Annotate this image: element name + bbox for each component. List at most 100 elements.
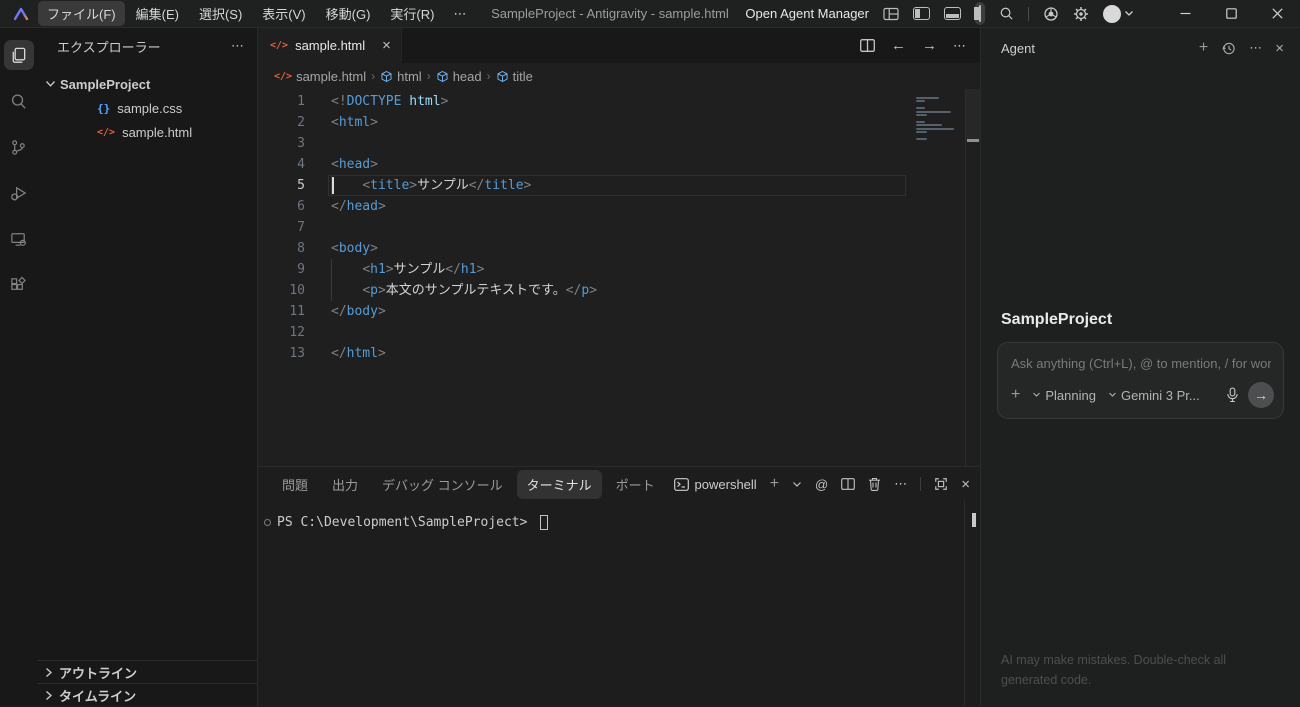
sidebar-header: エクスプローラー ⋯ xyxy=(37,28,257,64)
tab-ports[interactable]: ポート xyxy=(606,470,665,499)
code-line[interactable]: 11</body> xyxy=(258,301,980,322)
tab-debug-console[interactable]: デバッグ コンソール xyxy=(372,470,513,499)
agent-input[interactable] xyxy=(998,343,1283,371)
agent-input-card[interactable]: + Planning Gemini 3 Pr... → xyxy=(997,342,1284,419)
menu-file[interactable]: ファイル(F) xyxy=(38,1,125,26)
extensions-icon[interactable] xyxy=(4,270,34,300)
line-number: 7 xyxy=(258,217,305,238)
command-decoration-icon[interactable] xyxy=(264,519,271,526)
scrollbar-thumb[interactable] xyxy=(966,89,980,141)
menu-edit[interactable]: 編集(E) xyxy=(127,1,188,26)
send-button[interactable]: → xyxy=(1248,382,1274,408)
search-icon[interactable] xyxy=(999,6,1014,21)
search-sidebar-icon[interactable] xyxy=(4,86,34,116)
activity-bar xyxy=(0,28,37,706)
explorer-icon[interactable] xyxy=(4,40,34,70)
attach-icon[interactable]: + xyxy=(1011,386,1020,404)
new-conversation-icon[interactable]: + xyxy=(1199,39,1208,57)
navigate-back-icon[interactable]: ← xyxy=(891,37,906,54)
at-mention-icon[interactable]: @ xyxy=(815,477,828,492)
breadcrumb-html[interactable]: html xyxy=(380,69,422,84)
tree-root-folder[interactable]: SampleProject xyxy=(37,72,257,96)
mode-dropdown[interactable]: Planning xyxy=(1032,388,1096,403)
code-lines: 1<!DOCTYPE html>2<html>34<head>5 <title>… xyxy=(258,91,980,364)
source-control-icon[interactable] xyxy=(4,132,34,162)
settings-gear-icon[interactable] xyxy=(1073,6,1089,22)
terminal-dropdown-icon[interactable] xyxy=(792,481,802,488)
agent-title: Agent xyxy=(1001,41,1035,56)
terminal[interactable]: PS C:\Development\SampleProject> xyxy=(258,501,980,706)
line-number: 2 xyxy=(258,112,305,133)
maximize-button[interactable] xyxy=(1208,0,1254,27)
open-agent-manager-button[interactable]: Open Agent Manager xyxy=(745,6,869,21)
toggle-panel-icon[interactable] xyxy=(944,7,961,20)
breadcrumb-file[interactable]: </> sample.html xyxy=(274,69,366,84)
shell-label: powershell xyxy=(695,477,757,492)
browser-icon[interactable] xyxy=(1043,6,1059,22)
menu-more-icon[interactable]: ⋯ xyxy=(445,3,474,25)
tree-item-sample-css[interactable]: {} sample.css xyxy=(37,96,257,120)
agent-more-icon[interactable]: ⋯ xyxy=(1249,40,1262,56)
code-line[interactable]: 3 xyxy=(258,133,980,154)
close-tab-icon[interactable]: × xyxy=(382,37,391,54)
code-line[interactable]: 1<!DOCTYPE html> xyxy=(258,91,980,112)
tab-output[interactable]: 出力 xyxy=(322,470,368,499)
account-menu[interactable] xyxy=(1103,5,1134,23)
minimap[interactable] xyxy=(916,97,960,141)
model-dropdown[interactable]: Gemini 3 Pr... xyxy=(1108,388,1200,403)
menu-view[interactable]: 表示(V) xyxy=(253,1,314,26)
panel-more-icon[interactable]: ⋯ xyxy=(894,476,907,492)
breadcrumb-title[interactable]: title xyxy=(496,69,533,84)
terminal-shell-item[interactable]: powershell xyxy=(674,477,757,492)
agent-body: SampleProject + Planning Gemini 3 Pr... xyxy=(981,68,1300,651)
code-line[interactable]: 2<html> xyxy=(258,112,980,133)
code-line[interactable]: 4<head> xyxy=(258,154,980,175)
timeline-section[interactable]: タイムライン xyxy=(37,683,257,706)
tree-item-sample-html[interactable]: </> sample.html xyxy=(37,120,257,144)
minimize-button[interactable] xyxy=(1162,0,1208,27)
history-icon[interactable] xyxy=(1221,41,1236,56)
close-window-button[interactable] xyxy=(1254,0,1300,27)
code-line[interactable]: 12 xyxy=(258,322,980,343)
run-debug-icon[interactable] xyxy=(4,178,34,208)
tab-sample-html[interactable]: </> sample.html × xyxy=(258,28,402,63)
editor-scrollbar[interactable] xyxy=(965,89,980,466)
kill-terminal-icon[interactable] xyxy=(868,477,881,491)
menu-go[interactable]: 移動(G) xyxy=(317,1,380,26)
navigate-forward-icon[interactable]: → xyxy=(922,37,937,54)
code-line[interactable]: 9 <h1>サンプル</h1> xyxy=(258,259,980,280)
menu-selection[interactable]: 選択(S) xyxy=(190,1,251,26)
model-label: Gemini 3 Pr... xyxy=(1121,388,1200,403)
new-terminal-icon[interactable]: + xyxy=(770,475,779,493)
symbol-cube-icon xyxy=(496,70,509,83)
code-line[interactable]: 7 xyxy=(258,217,980,238)
outline-section[interactable]: アウトライン xyxy=(37,660,257,683)
toggle-secondary-sidebar-icon[interactable] xyxy=(975,2,985,25)
code-line[interactable]: 6</head> xyxy=(258,196,980,217)
sidebar-more-icon[interactable]: ⋯ xyxy=(231,38,245,54)
close-panel-icon[interactable]: × xyxy=(961,476,970,493)
toggle-primary-sidebar-icon[interactable] xyxy=(913,7,930,20)
code-line[interactable]: 10 <p>本文のサンプルテキストです。</p> xyxy=(258,280,980,301)
code-line[interactable]: 5 <title>サンプル</title> xyxy=(258,175,980,196)
code-line[interactable]: 13</html> xyxy=(258,343,980,364)
tab-problems[interactable]: 問題 xyxy=(272,470,318,499)
maximize-panel-icon[interactable] xyxy=(934,477,948,491)
agent-disclaimer: AI may make mistakes. Double-check all g… xyxy=(981,651,1300,706)
html-file-icon: </> xyxy=(274,71,292,82)
code-line[interactable]: 8<body> xyxy=(258,238,980,259)
code-editor[interactable]: 1<!DOCTYPE html>2<html>34<head>5 <title>… xyxy=(258,89,980,466)
tab-terminal[interactable]: ターミナル xyxy=(517,470,602,499)
customize-layout-icon[interactable] xyxy=(883,7,899,21)
window-title: SampleProject - Antigravity - sample.htm… xyxy=(474,6,745,21)
split-terminal-icon[interactable] xyxy=(841,478,855,490)
close-agent-panel-icon[interactable]: × xyxy=(1275,40,1284,57)
remote-explorer-icon[interactable] xyxy=(4,224,34,254)
split-editor-icon[interactable] xyxy=(860,39,875,52)
sidebar-title: エクスプローラー xyxy=(57,37,161,56)
editor-more-icon[interactable]: ⋯ xyxy=(953,38,966,54)
agent-panel: Agent + ⋯ × SampleProject + Planning xyxy=(980,28,1300,706)
menu-run[interactable]: 実行(R) xyxy=(381,1,443,26)
microphone-icon[interactable] xyxy=(1226,387,1239,403)
breadcrumb-head[interactable]: head xyxy=(436,69,482,84)
